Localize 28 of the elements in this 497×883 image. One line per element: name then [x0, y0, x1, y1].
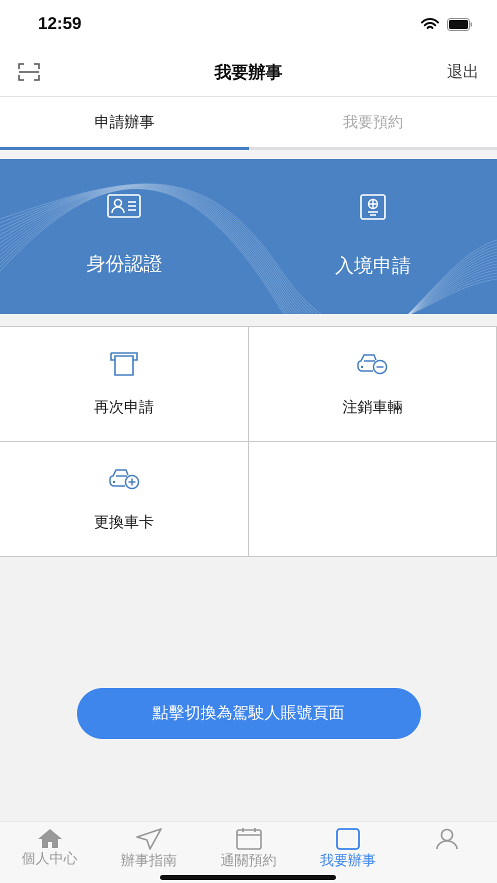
passport-icon [360, 194, 386, 220]
send-icon [136, 828, 162, 850]
car-plus-icon [108, 467, 140, 491]
status-time: 12:59 [38, 14, 82, 34]
person-icon [435, 828, 460, 850]
car-minus-icon [356, 352, 388, 376]
square-icon [336, 828, 360, 850]
calendar-icon [236, 828, 262, 850]
tab[interactable]: 申請辦事 [0, 97, 248, 150]
home-icon [36, 828, 63, 848]
switch-account-button[interactable]: 點擊切換為駕駛人賬號頁面 [76, 688, 420, 739]
wifi-icon [421, 18, 439, 30]
id-card-icon [107, 194, 142, 218]
exit-button[interactable]: 退出 [447, 62, 479, 82]
service-item[interactable]: 再次申請 [0, 327, 248, 442]
service-item[interactable]: 注銷車輛 [248, 327, 497, 442]
tab[interactable]: 我要預約 [248, 97, 497, 150]
scan-icon[interactable] [18, 63, 40, 81]
service-item[interactable]: 更換車卡 [0, 442, 248, 557]
nav-tab[interactable]: 辦事指南 [99, 822, 199, 883]
nav-tab[interactable]: 我要辦事 [298, 822, 398, 883]
nav-tab[interactable]: 個人中心 [0, 822, 100, 883]
nav-tab[interactable]: 通關預約 [198, 822, 298, 883]
page-title: 我要辦事 [214, 62, 282, 84]
banner-item[interactable]: 身份認證 [0, 159, 248, 314]
card-slot-icon [108, 352, 139, 376]
battery-icon [447, 18, 473, 30]
banner-item[interactable]: 入境申請 [248, 159, 497, 314]
